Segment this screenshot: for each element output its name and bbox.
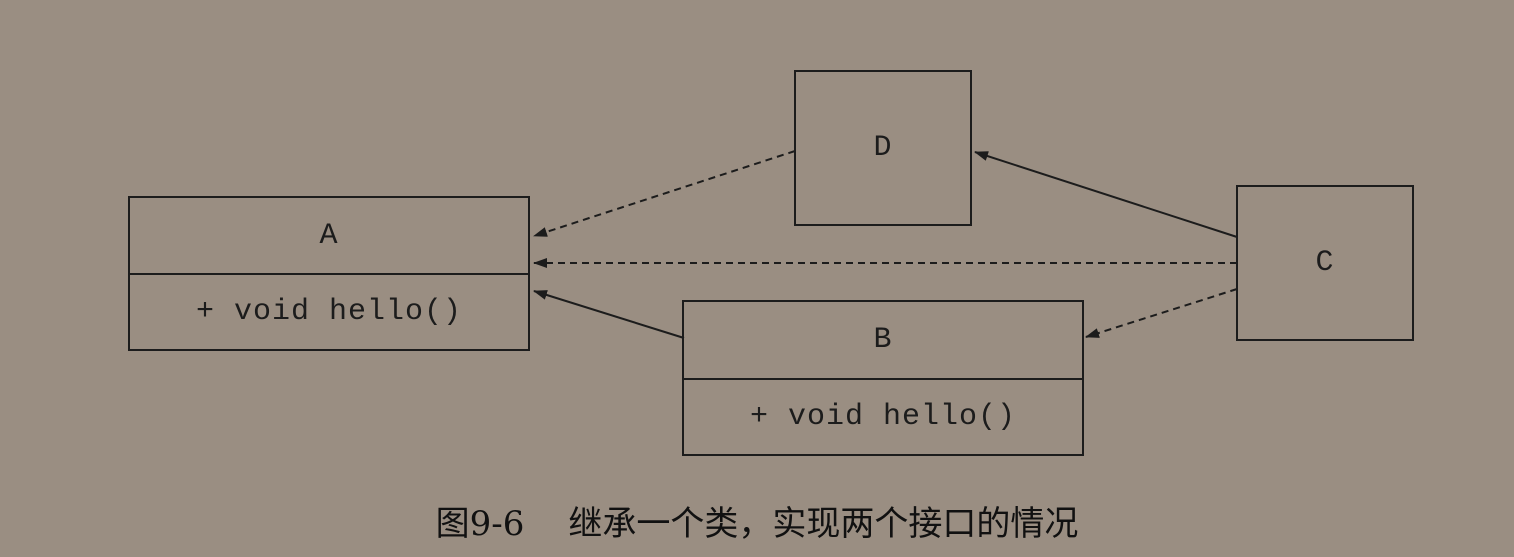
class-d-box: D — [794, 70, 972, 226]
edge-c-to-d — [974, 151, 1238, 238]
edge-c-to-b — [1085, 288, 1238, 338]
class-a-box: A + void hello() — [128, 196, 530, 351]
figure-number: 图9-6 — [435, 503, 525, 544]
class-d-name: D — [873, 131, 893, 165]
figure-caption-text: 继承一个类，实现两个接口的情况 — [568, 503, 1079, 544]
edge-b-to-a — [533, 290, 685, 339]
class-a-name: A — [130, 198, 528, 275]
class-b-name: B — [684, 302, 1082, 380]
edge-d-to-a — [533, 150, 796, 237]
class-c-name: C — [1315, 246, 1335, 280]
class-b-box: B + void hello() — [682, 300, 1084, 456]
class-c-box: C — [1236, 185, 1414, 341]
diagram-canvas: A + void hello() B + void hello() D C 图9… — [0, 0, 1514, 557]
figure-caption: 图9-6 继承一个类，实现两个接口的情况 — [0, 492, 1514, 548]
class-a-method: + void hello() — [195, 295, 463, 329]
class-b-method: + void hello() — [749, 400, 1017, 434]
